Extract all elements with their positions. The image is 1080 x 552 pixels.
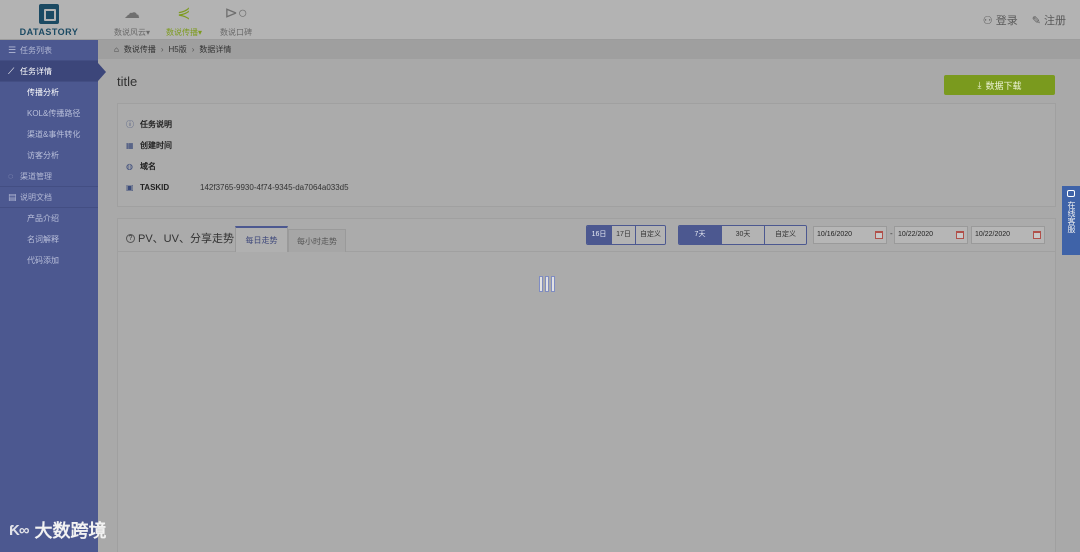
watermark: Ƙ∞ 大数跨境 [9,517,107,543]
list-icon: ☰ [8,45,17,55]
chevron-right-icon: › [191,45,195,54]
range-7d-button[interactable]: 7天 [679,226,721,244]
sidebar-item-product-intro[interactable]: 产品介绍 [0,208,98,229]
sidebar-group-channel-manage[interactable]: ◌ 渠道管理 [0,166,98,187]
sidebar-group-task-list[interactable]: ☰ 任务列表 [0,40,98,61]
page-title: title [117,74,138,89]
online-service-tab[interactable]: 在线客服 [1062,186,1080,255]
info-row-created: ▦ 创建时间 [126,140,172,150]
breadcrumb-item: 数据详情 [199,45,232,54]
nav-label: 数说风云 [113,28,146,37]
range-custom-button[interactable]: 自定义 [764,226,806,244]
sidebar-item-visitor-analysis[interactable]: 访客分析 [0,145,98,166]
logo-mark-icon [39,4,59,24]
sidebar-group-docs[interactable]: ▤ 说明文档 [0,187,98,208]
breadcrumb-item[interactable]: 数说传播 [124,40,156,59]
breadcrumb-item[interactable]: H5版 [169,40,187,59]
day-selector: 16日 17日 自定义 [586,225,666,245]
globe-icon: ◌ [8,171,14,181]
day-custom-button[interactable]: 自定义 [635,226,665,244]
megaphone-icon: ⊳○ [224,5,248,22]
date-separator: - [890,229,893,238]
sidebar-item-code-add[interactable]: 代码添加 [0,250,98,271]
calendar-icon[interactable] [875,231,883,239]
breadcrumb: ⌂ 数说传播 › H5版 › 数据详情 [98,40,1080,59]
help-icon[interactable]: ? [126,233,135,243]
chart-icon: ⟋ [8,66,15,76]
taskid-value: 142f3765-9930-4f74-9345-da7064a033d5 [200,182,349,192]
info-icon: ⓘ [126,119,134,129]
task-info-panel: ⓘ 任务说明 ▦ 创建时间 ◍ 域名 ▣ TASKID 142f3765-993… [117,103,1056,207]
day-17-button[interactable]: 17日 [611,226,635,244]
range-selector: 7天 30天 自定义 [678,225,807,245]
user-icon: ⚇ [982,15,996,27]
top-header: DATASTORY ☁ 数说风云▾ ⋞ 数说传播▾ ⊳○ 数说口碑 ⚇ 登录 ✎… [0,0,1080,40]
range-30d-button[interactable]: 30天 [721,226,764,244]
sidebar-item-kol-path[interactable]: KOL&传播路径 [0,103,98,124]
download-icon: ⤓ [977,79,982,90]
chat-icon [1067,190,1075,197]
edit-icon: ✎ [1031,15,1044,27]
info-row-description: ⓘ 任务说明 [126,119,172,129]
nav-item-chuanbo[interactable]: ⋞ 数说传播▾ [158,3,210,38]
date-from-input[interactable]: 10/16/2020 [813,226,887,244]
trend-chart-panel: ? PV、UV、分享走势 每日走势 每小时走势 16日 17日 自定义 7天 3… [117,218,1056,552]
globe-icon: ◍ [126,161,133,171]
sidebar: ☰ 任务列表 ⟋ 任务详情 传播分析 KOL&传播路径 渠道&事件转化 访客分析 ◌… [0,40,106,552]
id-card-icon: ▣ [126,182,134,192]
chart-title: ? PV、UV、分享走势 [126,230,234,246]
share-icon: ⋞ [177,5,191,22]
date-to-input[interactable]: 10/22/2020 [894,226,968,244]
auth-links: ⚇ 登录 ✎ 注册 [983,12,1066,28]
download-button[interactable]: ⤓ 数据下载 [944,75,1055,95]
sidebar-group-task-detail[interactable]: ⟋ 任务详情 [0,61,106,82]
day-16-button[interactable]: 16日 [587,226,611,244]
info-row-taskid: ▣ TASKID 142f3765-9930-4f74-9345-da7064a… [126,182,349,192]
home-icon: ⌂ [114,45,119,54]
calendar-icon[interactable] [1033,231,1041,239]
sidebar-item-spread-analysis[interactable]: 传播分析 [0,82,98,103]
tab-hourly-trend[interactable]: 每小时走势 [288,229,346,252]
nav-label: 数说传播 [165,28,198,37]
cloud-icon: ☁ [124,5,140,22]
tab-daily-trend[interactable]: 每日走势 [235,226,288,252]
nav-item-koubei[interactable]: ⊳○ 数说口碑 [210,3,262,38]
info-row-domain: ◍ 域名 [126,161,156,171]
sidebar-item-channel-event[interactable]: 渠道&事件转化 [0,124,98,145]
watermark-logo: Ƙ∞ [9,521,30,539]
login-link[interactable]: ⚇ 登录 [983,12,1018,28]
calendar-icon[interactable] [956,231,964,239]
chevron-right-icon: › [160,45,164,54]
nav-label: 数说口碑 [220,28,252,37]
document-icon: ▤ [8,192,17,202]
watermark-text: 大数跨境 [34,521,107,541]
calendar-icon: ▦ [126,140,134,150]
logo-text: DATASTORY [19,27,79,37]
top-nav: ☁ 数说风云▾ ⋞ 数说传播▾ ⊳○ 数说口碑 [106,3,262,38]
date-single-input[interactable]: 10/22/2020 [971,226,1045,244]
loading-spinner-icon [539,276,555,292]
chart-toolbar: ? PV、UV、分享走势 每日走势 每小时走势 16日 17日 自定义 7天 3… [118,219,1055,252]
sidebar-item-glossary[interactable]: 名词解释 [0,229,98,250]
register-link[interactable]: ✎ 注册 [1032,12,1066,28]
datastory-logo[interactable]: DATASTORY [0,0,98,40]
nav-item-fengyun[interactable]: ☁ 数说风云▾ [106,3,158,38]
